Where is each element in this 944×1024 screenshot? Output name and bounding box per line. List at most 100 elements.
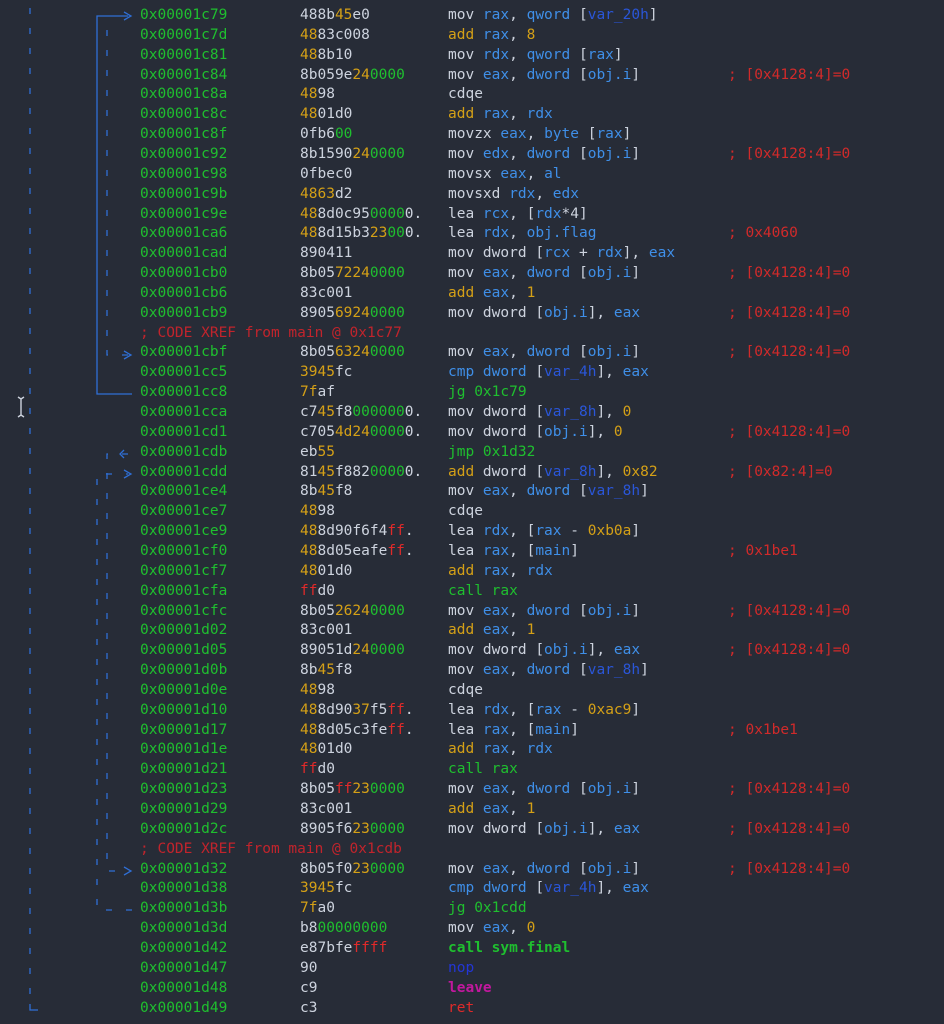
instruction-address[interactable]: 0x00001c9e (140, 205, 227, 225)
instruction-token: ], (587, 642, 614, 659)
instruction-token: jg 0x1cdd (448, 900, 527, 917)
opcode-byte: 8b (300, 483, 318, 500)
opcode-byte: 45 (317, 662, 335, 679)
opcode-bytes: 89051d240000 (300, 641, 405, 661)
instruction-address[interactable]: 0x00001ca6 (140, 224, 227, 244)
opcode-bytes: ffd0 (300, 760, 335, 780)
xref-comment: ; CODE XREF from main @ 0x1c77 (140, 324, 402, 341)
opcode-byte: 05 (317, 860, 335, 877)
instruction-token: dword (526, 602, 579, 619)
instruction-token: eax (648, 245, 676, 262)
instruction-address[interactable]: 0x00001d10 (140, 701, 227, 721)
instruction-token: , (526, 165, 545, 182)
instruction-address[interactable]: 0x00001d3b (140, 899, 227, 919)
instruction-address[interactable]: 0x00001c8f (140, 125, 227, 145)
instruction-address[interactable]: 0x00001d29 (140, 800, 227, 820)
instruction-address[interactable]: 0x00001d42 (140, 939, 227, 959)
instruction-token: [ (535, 423, 545, 440)
instruction-address[interactable]: 0x00001cc8 (140, 383, 227, 403)
instruction-token: movsxd (448, 185, 510, 202)
instruction-token: , (535, 185, 553, 202)
instruction-address[interactable]: 0x00001d48 (140, 979, 227, 999)
instruction-address[interactable]: 0x00001d02 (140, 621, 227, 641)
instruction-address[interactable]: 0x00001d0b (140, 661, 227, 681)
instruction-text: add rax, 8 (448, 26, 535, 46)
instruction-address[interactable]: 0x00001c92 (140, 145, 227, 165)
instruction-token: al (544, 165, 562, 182)
disassembly-view[interactable]: 0x00001c79 488b45e0 mov rax, qword [var_20… (0, 0, 944, 1024)
instruction-address[interactable]: 0x00001c8a (140, 85, 227, 105)
instruction-token: qword (526, 46, 579, 63)
instruction-address[interactable]: 0x00001d23 (140, 780, 227, 800)
instruction-token: ] (622, 126, 632, 143)
instruction-address[interactable]: 0x00001d38 (140, 879, 227, 899)
instruction-address[interactable]: 0x00001cdd (140, 463, 227, 483)
instruction-token: , (509, 7, 527, 23)
instruction-address[interactable]: 0x00001d2c (140, 820, 227, 840)
instruction-token: , (509, 860, 527, 877)
instruction-address[interactable]: 0x00001cfa (140, 582, 227, 602)
instruction-address[interactable]: 0x00001cdb (140, 443, 227, 463)
instruction-address[interactable]: 0x00001cc5 (140, 363, 227, 383)
instruction-address[interactable]: 0x00001c81 (140, 46, 227, 66)
instruction-text: mov eax, dword [obj.i] (448, 780, 640, 800)
instruction-token: mov (448, 781, 483, 798)
instruction-address[interactable]: 0x00001d32 (140, 860, 227, 880)
instruction-token: add (448, 622, 483, 639)
instruction-address[interactable]: 0x00001d0e (140, 681, 227, 701)
opcode-bytes: 83c001 (300, 621, 352, 641)
instruction-text: ret (448, 999, 474, 1019)
instruction-text: mov edx, dword [obj.i] (448, 145, 640, 165)
instruction-token: mov (448, 344, 483, 361)
instruction-address[interactable]: 0x00001ce7 (140, 502, 227, 522)
instruction-address[interactable]: 0x00001c98 (140, 165, 227, 185)
instruction-address[interactable]: 0x00001c8c (140, 105, 227, 125)
opcode-byte: d0 (317, 582, 335, 599)
opcode-byte: b6 (317, 126, 335, 143)
instruction-token: rdx (482, 701, 510, 718)
instruction-token: rax (596, 126, 623, 143)
instruction-address[interactable]: 0x00001cbf (140, 343, 227, 363)
jump-arrow-icon (96, 469, 133, 911)
instruction-token: + (570, 245, 597, 262)
instruction-address[interactable]: 0x00001d05 (140, 641, 227, 661)
instruction-address[interactable]: 0x00001ce4 (140, 482, 227, 502)
instruction-address[interactable]: 0x00001cfc (140, 602, 227, 622)
instruction-address[interactable]: 0x00001d47 (140, 959, 227, 979)
instruction-address[interactable]: 0x00001d17 (140, 721, 227, 741)
instruction-address[interactable]: 0x00001cb0 (140, 264, 227, 284)
instruction-address[interactable]: 0x00001c7d (140, 26, 227, 46)
instruction-address[interactable]: 0x00001c84 (140, 66, 227, 86)
instruction-address[interactable]: 0x00001cca (140, 403, 227, 423)
instruction-token: lea (448, 523, 483, 540)
opcode-byte: 8d (317, 542, 335, 559)
instruction-address[interactable]: 0x00001cf7 (140, 562, 227, 582)
instruction-text: mov rdx, qword [rax] (448, 46, 623, 66)
instruction-address[interactable]: 0x00001cad (140, 244, 227, 264)
instruction-token: rax (535, 701, 562, 718)
instruction-address[interactable]: 0x00001d1e (140, 740, 227, 760)
instruction-token: rax (535, 523, 562, 540)
instruction-address[interactable]: 0x00001d21 (140, 760, 227, 780)
inline-comment: ; 0x4060 (728, 225, 798, 242)
opcode-byte: 0f (300, 126, 318, 143)
opcode-bytes: 8145f88200000. (300, 463, 422, 483)
instruction-address[interactable]: 0x00001cb9 (140, 304, 227, 324)
instruction-address[interactable]: 0x00001d49 (140, 999, 227, 1019)
instruction-address[interactable]: 0x00001c79 (140, 6, 227, 26)
opcode-byte: f8 (334, 483, 353, 500)
instruction-token: eax (622, 880, 649, 897)
instruction-address[interactable]: 0x00001d3d (140, 919, 227, 939)
opcode-byte: 4d (334, 423, 353, 440)
instruction-address[interactable]: 0x00001ce9 (140, 522, 227, 542)
opcode-byte: 0000 (369, 820, 405, 837)
opcode-bytes: 890569240000 (300, 304, 405, 324)
instruction-address[interactable]: 0x00001cf0 (140, 542, 227, 562)
instruction-token: rdx (482, 225, 510, 242)
instruction-token: add (448, 801, 483, 817)
instruction-address[interactable]: 0x00001c9b (140, 185, 227, 205)
instruction-address[interactable]: 0x00001cb6 (140, 284, 227, 304)
jump-arrows (29, 8, 133, 1011)
instruction-token: *4 (561, 205, 579, 222)
instruction-address[interactable]: 0x00001cd1 (140, 423, 227, 443)
